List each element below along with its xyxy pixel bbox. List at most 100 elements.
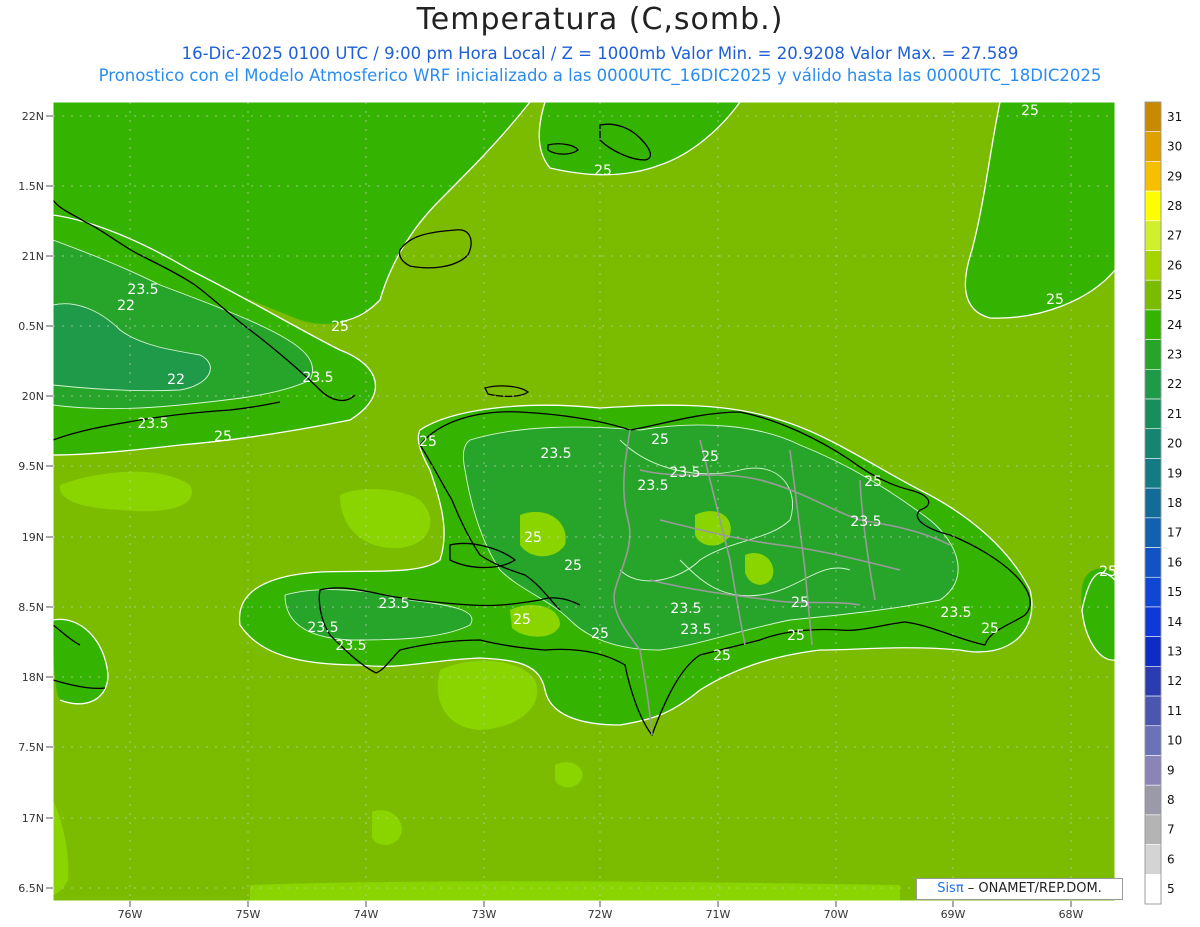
colorbar-label: 31 <box>1167 110 1182 124</box>
colorbar-swatch <box>1144 101 1162 133</box>
contour-label: 25 <box>331 319 349 335</box>
lat-label: 22N <box>22 110 44 123</box>
colorbar-swatch <box>1144 547 1162 578</box>
temperature-colorbar: 31 30 29 28 27 26 25 24 23 22 21 20 19 18 17 16 15 14 13 12… <box>1144 101 1182 905</box>
colorbar-label: 26 <box>1167 258 1182 272</box>
colorbar-label: 20 <box>1167 437 1182 451</box>
colorbar-label: 18 <box>1167 496 1182 510</box>
contour-label: 23.5 <box>670 601 701 617</box>
contour-label: 25 <box>524 530 542 546</box>
colorbar-label: 11 <box>1167 704 1182 718</box>
contour-label: 23.5 <box>669 465 700 481</box>
lat-label: 17N <box>22 812 44 825</box>
colorbar-swatch <box>1144 398 1162 430</box>
lon-label: 74W <box>354 908 379 921</box>
contour-label: 23.5 <box>378 596 409 612</box>
colorbar-label: 9 <box>1167 763 1175 777</box>
contour-label: 25 <box>513 612 531 628</box>
lat-label: 21N <box>22 250 44 263</box>
lat-label: 7.5N <box>18 741 44 754</box>
lat-label: 9.5N <box>18 460 44 473</box>
colorbar-swatch <box>1144 161 1162 192</box>
colorbar-label: 30 <box>1167 140 1182 154</box>
colorbar-label: 15 <box>1167 585 1182 599</box>
contour-label: 23.5 <box>127 282 158 298</box>
contour-label: 25 <box>791 595 809 611</box>
colorbar-label: 13 <box>1167 645 1182 659</box>
colorbar-swatch <box>1144 339 1162 370</box>
contour-label: 23.5 <box>940 605 971 621</box>
colorbar-swatch <box>1144 428 1162 459</box>
colorbar-swatch <box>1144 576 1162 608</box>
colorbar-label: 7 <box>1167 823 1175 837</box>
contour-label: 25 <box>594 163 612 179</box>
contour-label: 25 <box>787 628 805 644</box>
colorbar-label: 29 <box>1167 169 1182 183</box>
sispi-logo-text: Sisπ <box>937 881 964 896</box>
contour-label: 25 <box>1046 292 1064 308</box>
colorbar-label: 28 <box>1167 199 1182 213</box>
colorbar-label: 14 <box>1167 615 1182 629</box>
lat-label: 20N <box>22 390 44 403</box>
lat-label: 6.5N <box>18 882 44 895</box>
colorbar-swatch <box>1144 873 1162 905</box>
lon-label: 76W <box>118 908 143 921</box>
contour-label: 23.5 <box>307 620 338 636</box>
colorbar-swatch <box>1144 190 1162 222</box>
producer-logo: Sisπ – ONAMET/REP.DOM. <box>916 878 1123 900</box>
lat-label: 1.5N <box>18 180 44 193</box>
contour-label: 25 <box>864 474 882 490</box>
contour-label: 22 <box>117 298 135 314</box>
lat-label: 0.5N <box>18 320 44 333</box>
contour-label: 25 <box>419 434 437 450</box>
lon-label: 69W <box>941 908 966 921</box>
colorbar-swatch <box>1144 309 1162 340</box>
contour-label: 23.5 <box>850 514 881 530</box>
warm-patch-south-band <box>250 881 900 901</box>
contour-label: 23.5 <box>680 622 711 638</box>
lat-label: 19N <box>22 531 44 544</box>
colorbar-label: 24 <box>1167 318 1182 332</box>
colorbar-swatch <box>1144 220 1162 251</box>
colorbar-swatch <box>1144 369 1162 400</box>
colorbar-label: 22 <box>1167 377 1182 391</box>
colorbar-swatch <box>1144 606 1162 637</box>
colorbar-swatch <box>1144 814 1162 845</box>
contour-label: 23.5 <box>302 370 333 386</box>
colorbar-swatch <box>1144 458 1162 489</box>
colorbar-label: 5 <box>1167 882 1175 896</box>
colorbar-swatch <box>1144 636 1162 667</box>
temperature-map: 22N 1.5N 21N 0.5N 20N 9.5N 19N 8.5N 18N 7.5N 17N 6.… <box>18 101 1182 921</box>
colorbar-swatch <box>1144 279 1162 311</box>
contour-label: 25 <box>591 626 609 642</box>
colorbar-label: 16 <box>1167 555 1182 569</box>
colorbar-swatch <box>1144 784 1162 816</box>
contour-label: 25 <box>1021 103 1039 119</box>
colorbar-swatch <box>1144 666 1162 697</box>
colorbar-label: 21 <box>1167 407 1182 421</box>
lon-label: 70W <box>824 908 849 921</box>
colorbar-label: 8 <box>1167 793 1175 807</box>
lon-label: 71W <box>706 908 731 921</box>
contour-label: 22 <box>167 372 185 388</box>
colorbar-swatch <box>1144 844 1162 875</box>
lon-label: 68W <box>1059 908 1084 921</box>
contour-label: 23.5 <box>137 416 168 432</box>
colorbar-label: 23 <box>1167 347 1182 361</box>
colorbar-swatch <box>1144 250 1162 281</box>
colorbar-swatch <box>1144 487 1162 519</box>
colorbar-label: 6 <box>1167 852 1175 866</box>
lat-label: 8.5N <box>18 601 44 614</box>
colorbar-swatch <box>1144 755 1162 786</box>
latitude-axis: 22N 1.5N 21N 0.5N 20N 9.5N 19N 8.5N 18N 7.5N 17N 6.… <box>18 110 53 895</box>
colorbar-swatch <box>1144 725 1162 756</box>
colorbar-label: 25 <box>1167 288 1182 302</box>
colorbar-swatch <box>1144 695 1162 727</box>
lon-label: 75W <box>236 908 261 921</box>
contour-label: 25 <box>214 429 232 445</box>
colorbar-label: 19 <box>1167 466 1182 480</box>
producer-text: – ONAMET/REP.DOM. <box>963 881 1102 896</box>
contour-label: 25 <box>981 621 999 637</box>
contour-label: 25 <box>564 558 582 574</box>
contour-label: 25 <box>651 432 669 448</box>
